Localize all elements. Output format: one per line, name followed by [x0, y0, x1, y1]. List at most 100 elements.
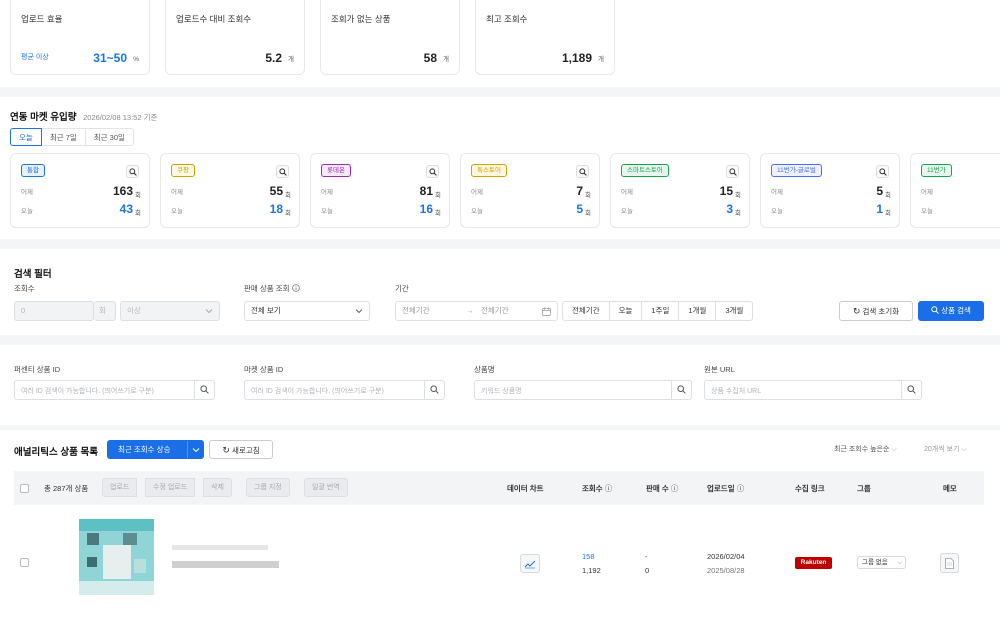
- chevron-down-icon[interactable]: [187, 441, 203, 458]
- period-all-button[interactable]: 전체기간: [562, 301, 610, 321]
- market-card: 쿠팡 어제 55 회 오늘 18 회: [160, 153, 300, 228]
- unit: 회: [135, 192, 141, 199]
- market-card: 스마트스토어 어제 15 회 오늘 3 회: [610, 153, 750, 228]
- list-title: 애널리틱스 상품 목록: [14, 447, 98, 458]
- thumbnail-block: [79, 581, 154, 595]
- search-icon: [430, 385, 439, 394]
- col-sales[interactable]: 판매 수 ⓘ: [646, 483, 678, 494]
- zoom-icon[interactable]: [876, 165, 889, 178]
- views-input[interactable]: 0: [14, 301, 94, 321]
- views-condition-value: 이상: [127, 306, 141, 315]
- market-badge: 쿠팡: [171, 164, 195, 177]
- percenty-id-input[interactable]: 여러 ID 검색이 가능합니다. (띄어쓰기로 구분): [14, 380, 215, 400]
- market-card: 11번가-글로벌 어제 5 회 오늘 1 회: [760, 153, 900, 228]
- market-badge: 톡스토어: [471, 164, 507, 177]
- row-checkbox[interactable]: [20, 558, 29, 567]
- market-title: 연동 마켓 유입량: [10, 112, 77, 123]
- zoom-icon[interactable]: [426, 165, 439, 178]
- search-button[interactable]: [194, 381, 214, 399]
- today-count: 18: [269, 202, 283, 216]
- stat-value: 5.2: [265, 51, 282, 65]
- market-traffic-section: 연동 마켓 유입량 2026/02/08 13:52 기준 오늘 최근 7일 최…: [0, 97, 1000, 239]
- yesterday-count: 55: [269, 184, 283, 198]
- sales-label-text: 판매 상품 조회: [244, 284, 290, 293]
- chevron-down-icon: ⌵: [897, 559, 902, 566]
- delete-button[interactable]: 삭제: [203, 478, 232, 497]
- placeholder: 키워드 상품명: [481, 388, 522, 395]
- period-today-button[interactable]: 오늘: [608, 301, 643, 321]
- start-date-placeholder: 전체기간: [402, 306, 430, 315]
- group-assign-button[interactable]: 그룹 지정: [246, 478, 290, 497]
- tab-30days[interactable]: 최근 30일: [84, 128, 134, 146]
- col-views[interactable]: 조회수 ⓘ: [582, 483, 612, 494]
- market-timestamp: 2026/02/08 13:52 기준: [83, 113, 158, 122]
- product-id-blurred: [172, 561, 279, 568]
- unit: 회: [585, 192, 591, 199]
- refresh-button[interactable]: ↻ 새로고침: [209, 440, 273, 459]
- yesterday-count: 15: [719, 184, 733, 198]
- period-3month-button[interactable]: 3개월: [715, 301, 754, 321]
- zoom-icon[interactable]: [126, 165, 139, 178]
- yesterday-label: 어제: [171, 189, 183, 196]
- product-thumbnail[interactable]: [79, 519, 154, 595]
- calendar-icon: [542, 307, 551, 316]
- upload-date: 2026/02/04: [707, 552, 745, 561]
- period-tabs: 오늘 최근 7일 최근 30일: [10, 128, 134, 146]
- source-url-input[interactable]: 상품 수집처 URL: [704, 380, 922, 400]
- tab-7days[interactable]: 최근 7일: [40, 128, 86, 146]
- zoom-icon[interactable]: [576, 165, 589, 178]
- zoom-icon[interactable]: [276, 165, 289, 178]
- product-search-label: 상품 검색: [941, 306, 971, 315]
- today-count: 1: [876, 202, 883, 216]
- col-group: 그룹: [857, 484, 871, 493]
- sort-select[interactable]: 최근 조회수 높은순 ⌵: [834, 444, 897, 454]
- memo-button[interactable]: [940, 553, 959, 573]
- stat-card-views-per-upload: 업로드수 대비 조회수 5.2 개: [165, 0, 305, 75]
- sales-label: 판매 상품 조회: [244, 283, 300, 294]
- unit: 회: [735, 210, 741, 217]
- thumbnail-block: [123, 533, 137, 545]
- search-button[interactable]: [901, 381, 921, 399]
- unit: 회: [885, 210, 891, 217]
- product-name-input[interactable]: 키워드 상품명: [474, 380, 692, 400]
- per-page-select[interactable]: 20개씩 보기 ⌵: [924, 444, 967, 454]
- bulk-translate-button[interactable]: 일괄 번역: [304, 478, 348, 497]
- percenty-id-label: 퍼센티 상품 ID: [14, 365, 61, 374]
- views-recent[interactable]: 158: [582, 552, 595, 561]
- select-all-checkbox[interactable]: [20, 484, 29, 493]
- data-chart-button[interactable]: [520, 554, 540, 573]
- id-search-section: 퍼센티 상품 ID 여러 ID 검색이 가능합니다. (띄어쓰기로 구분) 마켓…: [0, 345, 1000, 425]
- arrow-right-icon: →: [466, 306, 474, 315]
- collect-date: 2025/08/28: [707, 566, 745, 575]
- date-range-picker[interactable]: 전체기간 → 전체기간: [395, 301, 558, 321]
- market-badge: 11번가-글로벌: [771, 164, 822, 177]
- sales-select[interactable]: 전체 보기: [244, 301, 370, 321]
- reset-search-button[interactable]: ↻ 검색 초기화: [839, 301, 913, 321]
- search-filter-section: 검색 필터 조회수 0 회 이상 판매 상품 조회 전체 보기 기간 전체기간 …: [0, 249, 1000, 335]
- product-list-section: 애널리틱스 상품 목록 최근 조회수 상승 ↻ 새로고침 최근 조회수 높은순 …: [0, 430, 1000, 619]
- sort-dropdown-button[interactable]: 최근 조회수 상승: [107, 440, 204, 459]
- period-1week-button[interactable]: 1주일: [641, 301, 680, 321]
- views-condition-select[interactable]: 이상: [120, 301, 220, 321]
- period-1month-button[interactable]: 1개월: [678, 301, 717, 321]
- period-buttons: 전체기간 오늘 1주일 1개월 3개월: [562, 301, 754, 321]
- search-button[interactable]: [671, 381, 691, 399]
- upload-button[interactable]: 업로드: [102, 478, 138, 497]
- thumbnail-block: [79, 519, 154, 531]
- today-label: 오늘: [921, 208, 933, 215]
- group-select[interactable]: 그룹 없음 ⌵: [857, 556, 906, 569]
- today-count: 3: [726, 202, 733, 216]
- unit: 회: [285, 192, 291, 199]
- yesterday-label: 어제: [921, 189, 933, 196]
- market-id-input[interactable]: 여러 ID 검색이 가능합니다. (띄어쓰기로 구분): [244, 380, 445, 400]
- market-badge: 스마트스토어: [621, 164, 669, 177]
- search-button[interactable]: [424, 381, 444, 399]
- product-search-button[interactable]: 상품 검색: [918, 301, 984, 321]
- today-label: 오늘: [771, 208, 783, 215]
- rakuten-source-link[interactable]: Rakuten: [795, 557, 832, 569]
- unit: 회: [135, 210, 141, 217]
- tab-today[interactable]: 오늘: [10, 128, 42, 146]
- col-upload-date[interactable]: 업로드일 ⓘ: [707, 483, 744, 494]
- zoom-icon[interactable]: [726, 165, 739, 178]
- update-upload-button[interactable]: 수정 업로드: [145, 478, 196, 497]
